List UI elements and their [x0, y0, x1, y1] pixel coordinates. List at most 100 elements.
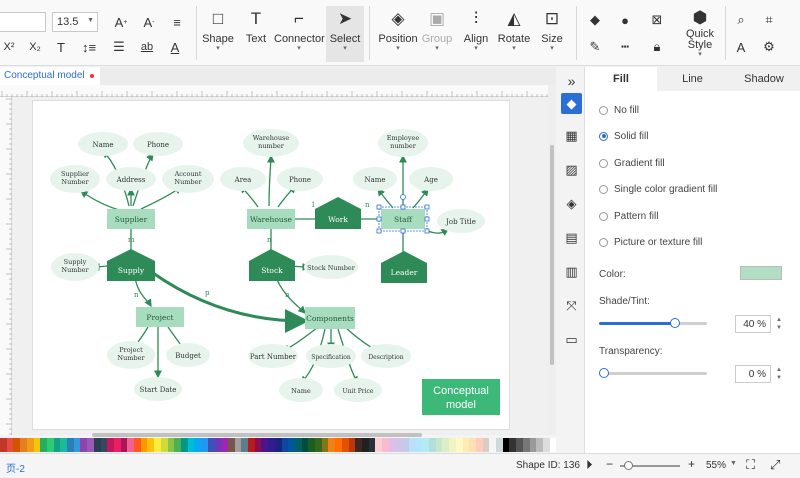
palette-swatch[interactable]: [388, 438, 396, 452]
font-family-select[interactable]: [0, 12, 46, 32]
palette-swatch[interactable]: [482, 438, 490, 452]
vertical-scroll-thumb[interactable]: [550, 145, 554, 365]
palette-swatch[interactable]: [234, 438, 242, 452]
palette-swatch[interactable]: [100, 438, 108, 452]
palette-swatch[interactable]: [147, 438, 155, 452]
palette-swatch[interactable]: [46, 438, 54, 452]
palette-swatch[interactable]: [73, 438, 81, 452]
palette-swatch[interactable]: [227, 438, 235, 452]
fullscreen-icon[interactable]: ⤢: [770, 457, 780, 473]
palette-swatch[interactable]: [0, 438, 7, 452]
palette-swatch[interactable]: [254, 438, 262, 452]
format-painter-icon[interactable]: A: [732, 38, 750, 56]
fit-page-icon[interactable]: ⛶: [746, 457, 755, 473]
transparency-slider-knob[interactable]: [599, 368, 609, 378]
palette-swatch[interactable]: [442, 438, 450, 452]
palette-swatch[interactable]: [402, 438, 409, 452]
palette-swatch[interactable]: [516, 438, 523, 452]
increase-font-icon[interactable]: A +: [112, 13, 130, 31]
palette-swatch[interactable]: [248, 438, 255, 452]
palette-swatch[interactable]: [40, 438, 47, 452]
palette-swatch[interactable]: [214, 438, 222, 452]
document-tab[interactable]: Conceptual model: [0, 67, 100, 85]
palette-swatch[interactable]: [268, 438, 275, 452]
palette-swatch[interactable]: [455, 438, 463, 452]
palette-swatch[interactable]: [207, 438, 215, 452]
palette-swatch[interactable]: [341, 438, 349, 452]
crop-icon[interactable]: ⊠: [648, 11, 666, 29]
palette-swatch[interactable]: [489, 438, 497, 452]
fill-panel-icon[interactable]: ◆: [561, 93, 582, 114]
palette-swatch[interactable]: [6, 438, 14, 452]
palette-swatch[interactable]: [375, 438, 383, 452]
palette-swatch[interactable]: [127, 438, 135, 452]
relationship-leader[interactable]: [381, 251, 427, 283]
tab-shadow[interactable]: Shadow: [728, 67, 800, 91]
palette-swatch[interactable]: [120, 438, 128, 452]
palette-swatch[interactable]: [288, 438, 295, 452]
shade-slider[interactable]: [599, 318, 707, 328]
shade-value-input[interactable]: 40 %: [735, 315, 771, 333]
crop-tool-icon[interactable]: ⌗: [760, 11, 778, 29]
palette-swatch[interactable]: [294, 438, 302, 452]
palette-swatch[interactable]: [435, 438, 443, 452]
drawing-page[interactable]: Name Phone Supplier Number Address Accoun…: [32, 100, 510, 430]
palette-swatch[interactable]: [449, 438, 456, 452]
palette-swatch[interactable]: [496, 438, 503, 452]
lock-icon[interactable]: 🔒︎: [648, 38, 666, 56]
relationship-supply[interactable]: [107, 249, 155, 281]
palette-swatch[interactable]: [415, 438, 423, 452]
zoom-out-icon[interactable]: −: [606, 457, 613, 471]
size-button[interactable]: ⊡ Size ▾: [527, 6, 577, 62]
connector-panel-icon[interactable]: ⤧: [561, 295, 582, 316]
fill-option-picture-fill[interactable]: Picture or texture fill: [599, 235, 702, 249]
layers-panel-icon[interactable]: ◈: [561, 193, 582, 214]
color-palette[interactable]: [0, 438, 557, 452]
palette-swatch[interactable]: [301, 438, 309, 452]
palette-swatch[interactable]: [522, 438, 530, 452]
palette-swatch[interactable]: [187, 438, 195, 452]
relationship-work[interactable]: [315, 197, 361, 229]
quick-style-button[interactable]: ⬢ Quick Style ▾: [678, 8, 722, 64]
palette-swatch[interactable]: [174, 438, 181, 452]
palette-swatch[interactable]: [13, 438, 21, 452]
palette-swatch[interactable]: [321, 438, 329, 452]
palette-swatch[interactable]: [502, 438, 510, 452]
bullet-list-icon[interactable]: ☰: [110, 38, 128, 56]
collapse-panel-icon[interactable]: »: [561, 70, 582, 91]
palette-swatch[interactable]: [549, 438, 557, 452]
horizontal-scroll-thumb[interactable]: [92, 433, 422, 437]
subscript-icon[interactable]: X₂: [26, 38, 44, 56]
palette-swatch[interactable]: [107, 438, 114, 452]
palette-swatch[interactable]: [308, 438, 316, 452]
palette-swatch[interactable]: [67, 438, 74, 452]
palette-swatch[interactable]: [26, 438, 34, 452]
line-style-icon[interactable]: ┅: [616, 38, 634, 56]
relationship-stock[interactable]: [249, 249, 295, 281]
palette-swatch[interactable]: [361, 438, 369, 452]
palette-swatch[interactable]: [475, 438, 483, 452]
palette-swatch[interactable]: [53, 438, 61, 452]
shade-slider-knob[interactable]: [669, 318, 680, 328]
palette-swatch[interactable]: [241, 438, 249, 452]
palette-swatch[interactable]: [80, 438, 88, 452]
palette-swatch[interactable]: [422, 438, 429, 452]
palette-swatch[interactable]: [462, 438, 470, 452]
palette-swatch[interactable]: [382, 438, 389, 452]
palette-swatch[interactable]: [469, 438, 476, 452]
color-swatch[interactable]: [740, 266, 782, 280]
tab-fill[interactable]: Fill: [585, 67, 657, 91]
spinner-icon[interactable]: ▲ ▼: [775, 316, 783, 332]
palette-swatch[interactable]: [33, 438, 41, 452]
chevron-down-icon[interactable]: ▼: [730, 460, 737, 467]
palette-swatch[interactable]: [93, 438, 101, 452]
palette-swatch[interactable]: [87, 438, 94, 452]
zoom-slider-knob[interactable]: [624, 461, 633, 470]
palette-swatch[interactable]: [194, 438, 202, 452]
palette-swatch[interactable]: [335, 438, 342, 452]
canvas-area[interactable]: Name Phone Supplier Number Address Accoun…: [12, 97, 548, 435]
grid-panel-icon[interactable]: ▦: [561, 125, 582, 146]
palette-swatch[interactable]: [328, 438, 336, 452]
page-panel-icon[interactable]: ▤: [561, 227, 582, 248]
fill-bucket-icon[interactable]: ◆: [586, 11, 604, 29]
